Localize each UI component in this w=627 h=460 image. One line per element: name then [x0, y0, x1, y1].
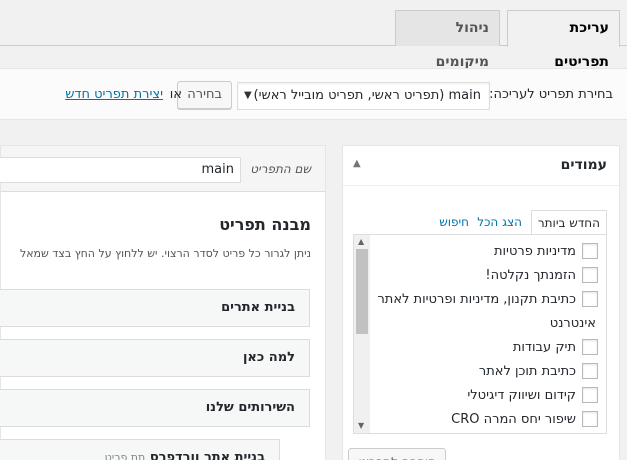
- dropdown-arrow-icon: ▼: [244, 90, 252, 101]
- menu-name-input[interactable]: main: [0, 157, 241, 183]
- pages-box: עמודים ▲ החדש ביותר הצג הכל חיפוש מדיניו…: [342, 145, 620, 460]
- list-item-label: שיפור יחס המרה CRO: [451, 412, 576, 427]
- menu-sub-item[interactable]: בניית אתר וורדפרס תת פריט: [0, 439, 280, 460]
- pages-tabs: החדש ביותר הצג הכל חיפוש: [353, 210, 607, 235]
- create-menu-link[interactable]: יצירת תפריט חדש: [65, 87, 163, 102]
- menu-structure-description: ניתן לגרור כל פריט לסדר הרצוי. יש ללחוץ …: [19, 247, 311, 260]
- menu-item[interactable]: השירותים שלנו: [0, 389, 310, 427]
- menu-item-title: בניית אתר וורדפרס: [149, 450, 265, 460]
- pages-box-header[interactable]: עמודים ▲: [343, 146, 619, 186]
- tab-search[interactable]: חיפוש: [433, 210, 475, 235]
- list-item-label: מדיניות פרטיות: [493, 244, 576, 259]
- menu-structure-title: מבנה תפריט: [219, 215, 311, 234]
- list-item-label: כתיבת תקנון, מדיניות ופרטיות לאתר: [377, 292, 576, 307]
- checkbox[interactable]: [582, 339, 598, 355]
- checkbox[interactable]: [582, 267, 598, 283]
- sub-item-type: תת פריט: [104, 451, 146, 460]
- menu-item[interactable]: למה כאן: [0, 339, 310, 377]
- collapse-arrow-icon[interactable]: ▲: [353, 158, 361, 169]
- menu-item-title: למה כאן: [242, 350, 295, 365]
- scroll-thumb[interactable]: [356, 249, 368, 334]
- tab-recent[interactable]: החדש ביותר: [530, 210, 607, 235]
- list-item[interactable]: תיק עבודות: [366, 337, 606, 359]
- menu-name-header: שם התפריט main: [0, 146, 325, 192]
- checklist-scrollbar[interactable]: ▲ ▼: [354, 235, 370, 433]
- list-item-label: קידום ושיווק דיגיטלי: [467, 388, 576, 403]
- or-text: או: [169, 87, 182, 102]
- list-item[interactable]: כתיבת תקנון, מדיניות ופרטיות לאתר: [366, 289, 606, 311]
- checkbox[interactable]: [582, 411, 598, 427]
- list-item[interactable]: קידום ושיווק דיגיטלי: [366, 385, 606, 407]
- tab-manage-locations[interactable]: ניהול מיקומים: [395, 10, 500, 70]
- pages-checklist: מדיניות פרטיות הזמנתך נקלטה! כתיבת תקנון…: [353, 234, 607, 434]
- menu-select-value: main (תפריט ראשי, תפריט מובייל ראשי): [253, 88, 481, 103]
- list-item[interactable]: שיפור יחס המרה CRO: [366, 409, 606, 431]
- list-item-wrap: אינטרנט: [366, 313, 606, 335]
- list-item[interactable]: כתיבת תוכן לאתר: [366, 361, 606, 383]
- select-button[interactable]: בחירה: [177, 81, 232, 109]
- menu-structure-panel: שם התפריט main מבנה תפריט ניתן לגרור כל …: [0, 145, 326, 460]
- pages-box-title: עמודים: [560, 157, 607, 173]
- nav-tabs: עריכת תפריטים ניהול מיקומים: [0, 0, 627, 70]
- list-item-label: כתיבת תוכן לאתר: [478, 364, 576, 379]
- scroll-down-icon[interactable]: ▼: [358, 421, 364, 430]
- select-menu-label: בחירת תפריט לעריכה:: [489, 87, 613, 102]
- menu-item-title: בניית אתרים: [221, 300, 295, 315]
- checkbox[interactable]: [582, 387, 598, 403]
- list-item-label-continued: אינטרנט: [549, 316, 596, 331]
- menu-select-dropdown[interactable]: main (תפריט ראשי, תפריט מובייל ראשי) ▼: [237, 82, 490, 110]
- checkbox[interactable]: [582, 363, 598, 379]
- scroll-up-icon[interactable]: ▲: [358, 237, 364, 246]
- tab-view-all[interactable]: הצג הכל: [471, 210, 528, 235]
- tab-edit-menus[interactable]: עריכת תפריטים: [507, 10, 620, 70]
- checkbox[interactable]: [582, 243, 598, 259]
- menu-name-label: שם התפריט: [250, 162, 311, 176]
- list-item[interactable]: מדיניות פרטיות: [366, 241, 606, 263]
- list-item-label: הזמנתך נקלטה!: [485, 268, 576, 283]
- list-item[interactable]: הזמנתך נקלטה!: [366, 265, 606, 287]
- menu-select-bar: בחירת תפריט לעריכה: main (תפריט ראשי, תפ…: [0, 68, 627, 120]
- add-to-menu-button[interactable]: הוספה לתפריט: [348, 448, 446, 460]
- menu-item-title: השירותים שלנו: [205, 400, 295, 415]
- checkbox[interactable]: [582, 291, 598, 307]
- menu-item[interactable]: בניית אתרים: [0, 289, 310, 327]
- list-item-label: תיק עבודות: [512, 340, 576, 355]
